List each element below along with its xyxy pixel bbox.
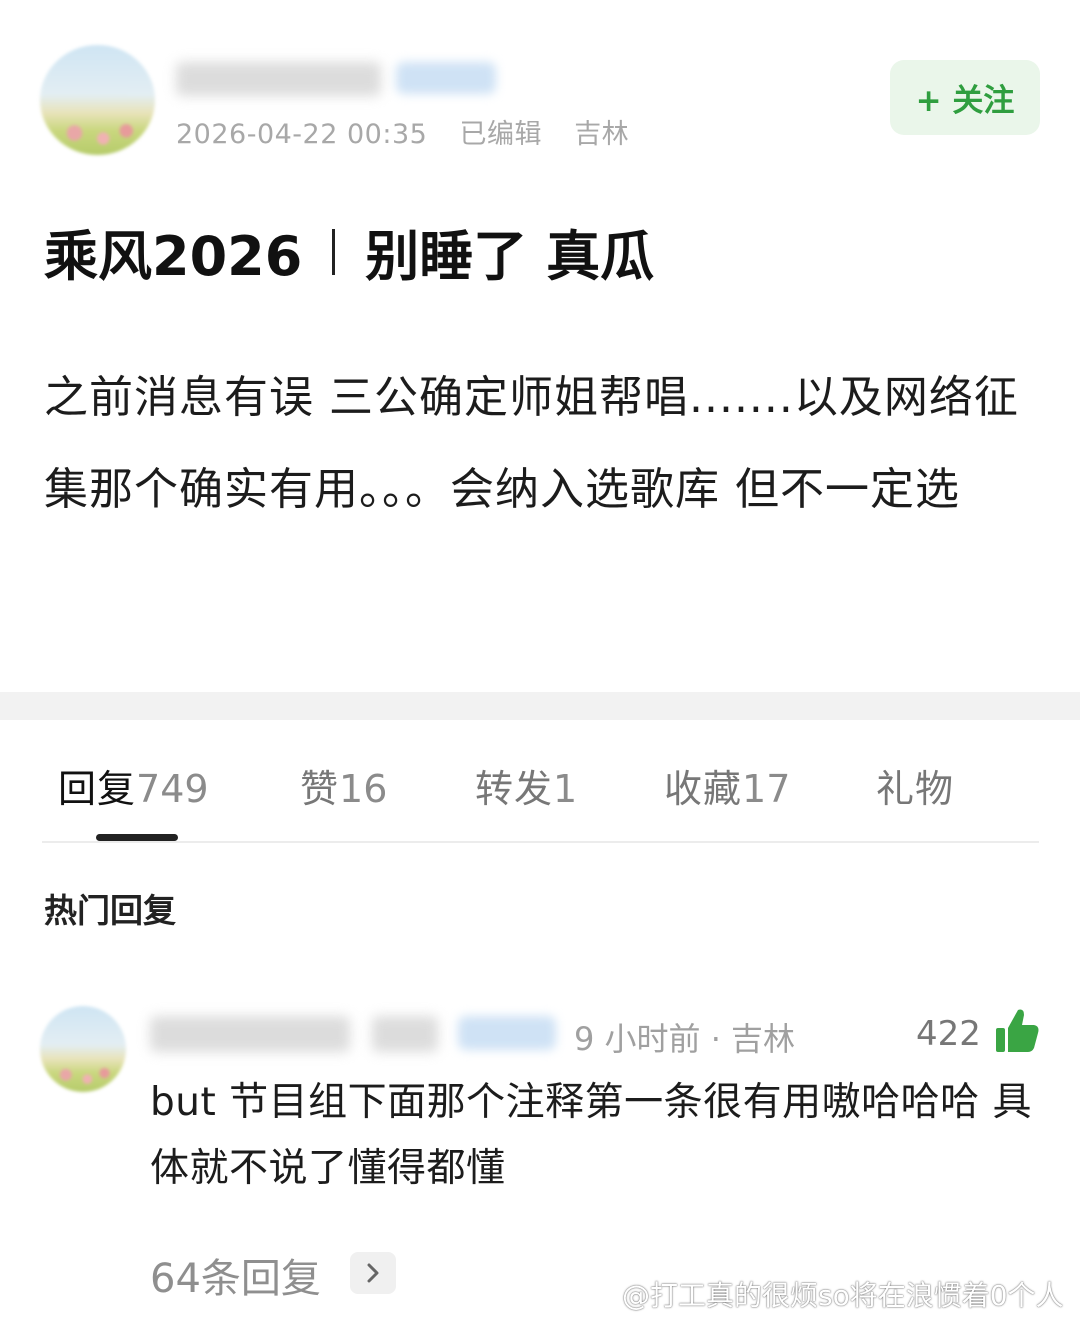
commenter-avatar[interactable] [40,1006,126,1092]
commenter-extra-blurred [372,1016,438,1052]
comment-meta: 9 小时前 · 吉林 [574,1020,796,1058]
tab-reposts-label: 转发 [475,767,554,811]
comment-text: but 节目组下面那个注释第一条很有用嗷哈哈哈 具体就不说了懂得都懂 [150,1080,1033,1191]
tab-replies-label: 回复 [58,767,137,811]
tab-reposts[interactable]: 转发1 [475,758,577,813]
post-body: 之前消息有误 三公确定师姐帮唱.......以及网络征集那个确实有用。。。会纳入… [44,372,1019,515]
comment-like-count: 422 [916,1014,981,1054]
tab-likes-label: 赞 [300,767,340,811]
follow-button-label: + 关注 [915,83,1015,119]
commenter-badge-blurred [458,1016,556,1050]
tab-favorites-label: 收藏 [664,767,743,811]
tab-divider [42,841,1039,843]
post-timestamp: 2026-04-22 00:35 [176,119,428,150]
post-title-left: 乘风2026 [44,225,303,288]
tab-replies[interactable]: 回复749 [58,758,209,813]
post-meta: 2026-04-22 00:35 已编辑 吉林 [176,112,629,151]
author-badge-blurred [396,62,496,94]
tab-gifts-label: 礼物 [876,767,955,811]
tab-reposts-count: 1 [553,767,578,811]
thumbs-up-icon[interactable] [994,1006,1040,1054]
tab-favorites-count: 17 [742,767,791,811]
chevron-right-icon[interactable] [350,1252,396,1294]
author-avatar[interactable] [40,45,155,155]
tab-gifts[interactable]: 礼物 [876,758,954,813]
watermark-text: @打工真的很烦so将在浪惯着0个人 [622,1279,1064,1312]
watermark: @打工真的很烦so将在浪惯着0个人 [582,1274,1064,1314]
tab-favorites[interactable]: 收藏17 [664,758,790,813]
active-tab-indicator [96,834,178,841]
weibo-logo-icon [582,1282,616,1308]
tab-replies-count: 749 [136,767,209,811]
post-location: 吉林 [574,119,630,150]
view-replies-link[interactable]: 64条回复 [150,1246,321,1304]
post-title: 乘风2026 别睡了 真瓜 [44,212,654,291]
hot-replies-heading: 热门回复 [44,891,176,930]
author-name-blurred[interactable] [176,62,381,96]
tab-likes[interactable]: 赞16 [300,758,387,813]
follow-button[interactable]: + 关注 [890,60,1040,135]
section-divider [0,692,1080,720]
commenter-name-blurred[interactable] [150,1016,350,1052]
post-edited-flag: 已编辑 [459,119,542,150]
title-separator [332,228,336,275]
tab-likes-count: 16 [339,767,388,811]
post-title-right: 别睡了 真瓜 [365,225,655,288]
